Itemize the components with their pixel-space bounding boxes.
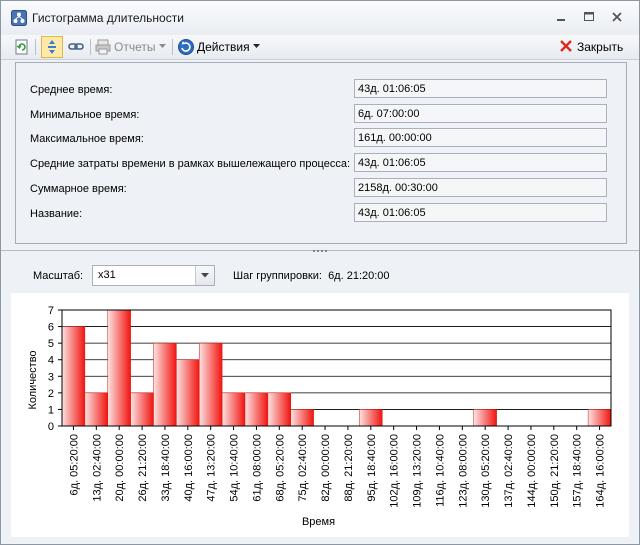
x-tick-label: 130д. 05:20:00 <box>480 434 492 508</box>
histogram-bar <box>473 409 497 427</box>
splitter-handle[interactable] <box>1 247 639 255</box>
field-label-minimum: Минимальное время: <box>30 109 140 121</box>
y-tick-label: 3 <box>48 371 54 383</box>
window-title: Гистограмма длительности <box>32 11 184 25</box>
histogram-bar <box>587 409 612 427</box>
field-value-minimum[interactable]: 6д. 07:00:00 <box>354 104 607 123</box>
link-icon[interactable] <box>67 38 85 56</box>
histogram-bar <box>221 392 246 427</box>
x-tick-label: 6д. 05:20:00 <box>68 434 80 495</box>
field-value-name[interactable]: 43д. 01:06:05 <box>354 203 607 222</box>
field-value-average[interactable]: 43д. 01:06:05 <box>354 79 607 98</box>
grouping-step-label: Шаг группировки: <box>233 270 322 282</box>
field-label-average: Среднее время: <box>30 84 113 96</box>
y-tick-label: 0 <box>48 421 54 433</box>
x-tick-label: 82д. 00:00:00 <box>320 434 332 502</box>
field-value-parent-average[interactable]: 43д. 01:06:05 <box>354 153 607 172</box>
histogram-bar <box>199 342 223 427</box>
field-label-parent-average: Средние затраты времени в рамках вышележ… <box>30 158 351 170</box>
x-tick-label: 123д. 08:00:00 <box>457 434 469 508</box>
refresh-icon[interactable] <box>13 38 31 56</box>
x-tick-label: 116д. 10:40:00 <box>434 434 446 507</box>
scale-dropdown[interactable]: x31 <box>92 265 215 286</box>
field-label-total: Суммарное время: <box>30 183 127 195</box>
x-tick-label: 40д. 16:00:00 <box>183 434 195 502</box>
grouping-step-value: 6д. 21:20:00 <box>328 270 390 282</box>
x-axis-title: Время <box>302 516 335 528</box>
x-tick-label: 47д. 13:20:00 <box>206 434 218 502</box>
histogram-bar <box>267 392 291 427</box>
y-tick-label: 2 <box>48 388 54 400</box>
histogram-bar <box>84 392 108 427</box>
histogram-chart: 0 1 2 3 4 5 6 7 6д. 05:20:00 13д. 02:40:00 20д. 00… <box>27 305 612 528</box>
x-tick-label: 164д. 16:00:00 <box>595 434 607 508</box>
minimize-icon[interactable] <box>553 10 569 24</box>
reports-menu[interactable]: Отчеты <box>114 40 155 54</box>
fit-height-icon <box>48 40 56 54</box>
histogram-bar <box>153 342 177 427</box>
x-tick-label: 26д. 21:20:00 <box>137 434 149 502</box>
x-tick-label: 109д. 13:20:00 <box>412 434 424 508</box>
actions-icon <box>178 39 194 55</box>
x-tick-label: 68д. 05:20:00 <box>274 434 286 502</box>
x-tick-label: 20д. 00:00:00 <box>114 434 126 502</box>
x-tick-label: 88д. 21:20:00 <box>343 434 355 502</box>
histogram-bar <box>176 359 200 427</box>
scale-label: Масштаб: <box>33 270 84 282</box>
field-label-maximum: Максимальное время: <box>30 133 144 145</box>
chevron-down-icon <box>253 44 260 48</box>
toolbar-separator <box>35 39 36 55</box>
y-tick-label: 5 <box>48 338 54 350</box>
actions-menu[interactable]: Действия <box>197 40 250 54</box>
x-tick-label: 144д. 00:00:00 <box>526 434 538 508</box>
close-button[interactable]: Закрыть <box>577 40 623 54</box>
histogram-window: Гистограмма длительности Отчеты Действия… <box>0 0 640 545</box>
app-icon <box>11 10 27 26</box>
x-tick-label: 95д. 18:40:00 <box>366 434 378 502</box>
scale-value: x31 <box>98 269 116 281</box>
histogram-bar <box>130 392 154 427</box>
toolbar-separator <box>172 39 173 55</box>
x-tick-label: 102д. 16:00:00 <box>389 434 401 508</box>
histogram-bar <box>244 392 269 427</box>
y-tick-label: 6 <box>48 322 54 334</box>
chevron-down-icon <box>159 44 166 48</box>
field-value-total[interactable]: 2158д. 00:30:00 <box>354 178 607 197</box>
x-tick-label: 150д. 21:20:00 <box>549 434 561 508</box>
x-tick-label: 54д. 10:40:00 <box>229 434 241 502</box>
x-tick-label: 13д. 02:40:00 <box>91 434 103 502</box>
chevron-down-icon <box>201 273 209 278</box>
histogram-bar <box>359 409 383 427</box>
histogram-bar <box>107 309 131 427</box>
printer-icon[interactable] <box>94 38 112 56</box>
histogram-chart-area: 0 1 2 3 4 5 6 7 6д. 05:20:00 13д. 02:40:00 20д. 00… <box>11 293 629 537</box>
title-bar[interactable]: Гистограмма длительности <box>1 1 639 35</box>
grouping-step: Шаг группировки: 6д. 21:20:00 <box>233 270 390 282</box>
x-tick-label: 75д. 02:40:00 <box>297 434 309 502</box>
field-label-name: Название: <box>30 208 83 220</box>
dropdown-button[interactable] <box>195 266 214 285</box>
y-tick-label: 7 <box>48 305 54 317</box>
y-tick-label: 4 <box>48 355 54 367</box>
y-tick-label: 1 <box>48 404 54 416</box>
toolbar-separator <box>90 39 91 55</box>
x-tick-label: 137д. 02:40:00 <box>503 434 515 508</box>
maximize-icon[interactable] <box>581 10 597 24</box>
x-tick-label: 61д. 08:00:00 <box>251 434 263 502</box>
close-window-icon[interactable] <box>609 10 625 24</box>
histogram-bar <box>61 326 86 427</box>
close-x-icon[interactable] <box>559 39 573 53</box>
histogram-bar <box>290 409 314 427</box>
y-axis-title: Количество <box>27 350 39 409</box>
field-value-maximum[interactable]: 161д. 00:00:00 <box>354 128 607 147</box>
x-tick-label: 33д. 18:40:00 <box>160 434 172 502</box>
x-tick-label: 157д. 18:40:00 <box>572 434 584 508</box>
